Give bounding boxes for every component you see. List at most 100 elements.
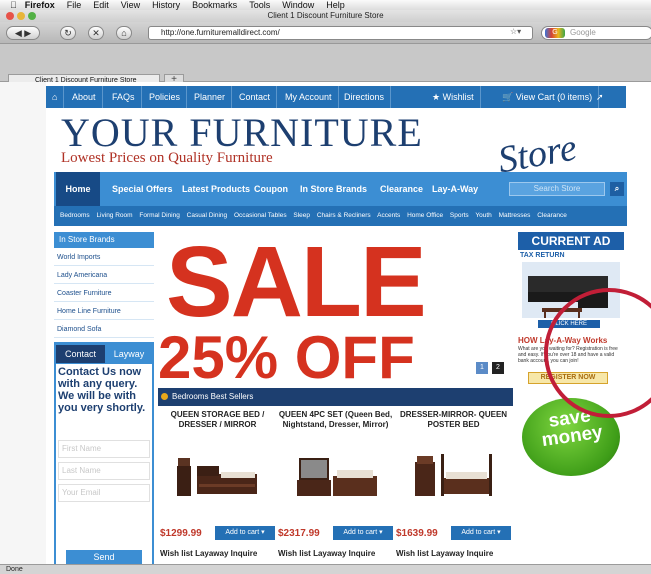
menu-file[interactable]: File <box>67 0 82 10</box>
bookmark-star-icon[interactable]: ☆▾ <box>510 27 521 36</box>
url-bar[interactable]: http://one.furnituremalldirect.com/ <box>148 26 533 40</box>
wishlist-link[interactable]: Wish list <box>160 549 193 558</box>
close-window-button[interactable] <box>6 12 14 20</box>
brand-link[interactable]: World Imports <box>54 249 154 266</box>
topnav-cart[interactable]: 🛒 View Cart (0 items) <box>496 86 600 108</box>
menu-window[interactable]: Window <box>282 0 314 10</box>
category-occasional-tables[interactable]: Occasional Tables <box>234 212 287 219</box>
menu-history[interactable]: History <box>152 0 180 10</box>
add-to-cart-button[interactable]: Add to cart ▾ <box>333 526 393 540</box>
category-mattresses[interactable]: Mattresses <box>499 212 531 219</box>
category-home-office[interactable]: Home Office <box>407 212 443 219</box>
topnav-my-account[interactable]: My Account <box>279 86 339 108</box>
menu-bookmarks[interactable]: Bookmarks <box>192 0 237 10</box>
reload-icon: ↻ <box>64 28 72 38</box>
sale-banner[interactable]: SALE 25% OFF 1 2 <box>158 232 513 382</box>
tab-contact[interactable]: Contact <box>56 345 105 363</box>
topnav-login[interactable]: ➚ Login <box>590 86 626 124</box>
topnav-about[interactable]: About <box>66 86 103 108</box>
product-image[interactable] <box>293 452 378 500</box>
add-to-cart-button[interactable]: Add to cart ▾ <box>215 526 275 540</box>
category-youth[interactable]: Youth <box>475 212 491 219</box>
inquire-link[interactable]: Inquire <box>231 549 258 558</box>
mainnav-clearance[interactable]: Clearance <box>380 172 423 206</box>
category-casual-dining[interactable]: Casual Dining <box>187 212 227 219</box>
stop-button[interactable]: ✕ <box>88 26 104 40</box>
topnav-policies[interactable]: Policies <box>143 86 188 108</box>
back-forward-button[interactable]: ◀ ▶ <box>6 26 40 40</box>
contact-message: Contact Us now with any query. We will b… <box>58 366 146 414</box>
home-icon[interactable]: ⌂ <box>46 86 65 108</box>
google-icon[interactable]: G <box>545 28 565 38</box>
reload-button[interactable]: ↻ <box>60 26 76 40</box>
product-title[interactable]: DRESSER-MIRROR- QUEEN POSTER BED <box>396 410 511 430</box>
mainnav-latest-products[interactable]: Latest Products <box>182 172 250 206</box>
mainnav-in-store-brands[interactable]: In Store Brands <box>300 172 367 206</box>
brand-link[interactable]: Coaster Furniture <box>54 285 154 302</box>
product-image[interactable] <box>175 452 260 500</box>
category-bedrooms[interactable]: Bedrooms <box>60 212 90 219</box>
search-icon[interactable]: ⌕ <box>610 182 624 196</box>
logo-title[interactable]: YOUR FURNITURE <box>61 109 423 156</box>
brand-link[interactable]: Home Line Furniture <box>54 303 154 320</box>
add-to-cart-label: Add to cart <box>461 529 496 536</box>
apple-icon[interactable]:  <box>10 0 17 10</box>
category-living-room[interactable]: Living Room <box>96 212 132 219</box>
menu-view[interactable]: View <box>121 0 140 10</box>
layaway-link[interactable]: Layaway <box>431 549 464 558</box>
category-nav: Bedrooms Living Room Formal Dining Casua… <box>54 206 627 226</box>
category-sleep[interactable]: Sleep <box>293 212 310 219</box>
brand-link[interactable]: Lady Americana <box>54 267 154 284</box>
tab-layway[interactable]: Layway <box>107 345 151 363</box>
zoom-window-button[interactable] <box>28 12 36 20</box>
cart-icon: 🛒 <box>502 92 514 102</box>
cart-label: View Cart (0 items) <box>515 92 593 102</box>
email-field[interactable]: Your Email <box>58 484 150 502</box>
category-clearance[interactable]: Clearance <box>537 212 567 219</box>
topnav-contact[interactable]: Contact <box>233 86 278 108</box>
mainnav-special-offers[interactable]: Special Offers <box>112 172 173 206</box>
chevron-down-icon: ▾ <box>261 529 265 536</box>
product-title[interactable]: QUEEN 4PC SET (Queen Bed, Nightstand, Dr… <box>278 410 393 430</box>
mainnav-coupon[interactable]: Coupon <box>254 172 288 206</box>
chevron-down-icon: ▾ <box>497 529 501 536</box>
current-ad-title: CURRENT AD <box>518 232 624 250</box>
menu-help[interactable]: Help <box>326 0 345 10</box>
topnav-directions[interactable]: Directions <box>338 86 392 108</box>
product-price: $1299.99 <box>160 528 202 539</box>
layaway-link[interactable]: Layaway <box>195 549 228 558</box>
category-sports[interactable]: Sports <box>450 212 469 219</box>
contact-form: Contact Us now with any query. We will b… <box>56 364 152 564</box>
add-to-cart-button[interactable]: Add to cart ▾ <box>451 526 511 540</box>
product-image[interactable] <box>411 452 496 500</box>
first-name-field[interactable]: First Name <box>58 440 150 458</box>
banner-page-2[interactable]: 2 <box>492 362 504 374</box>
mainnav-lay-a-way[interactable]: Lay-A-Way <box>432 172 478 206</box>
category-accents[interactable]: Accents <box>377 212 400 219</box>
store-search-input[interactable]: Search Store <box>509 182 605 196</box>
brand-link[interactable]: Diamond Sofa <box>54 321 154 338</box>
send-button[interactable]: Send <box>66 550 142 564</box>
wishlist-link[interactable]: Wish list <box>396 549 429 558</box>
category-chairs-recliners[interactable]: Chairs & Recliners <box>317 212 371 219</box>
layaway-link[interactable]: Layaway <box>313 549 346 558</box>
product-card: QUEEN 4PC SET (Queen Bed, Nightstand, Dr… <box>278 410 393 560</box>
product-title[interactable]: QUEEN STORAGE BED / DRESSER / MIRROR <box>160 410 275 430</box>
inquire-link[interactable]: Inquire <box>467 549 494 558</box>
home-button[interactable]: ⌂ <box>116 26 132 40</box>
last-name-field[interactable]: Last Name <box>58 462 150 480</box>
minimize-window-button[interactable] <box>17 12 25 20</box>
banner-page-1[interactable]: 1 <box>476 362 488 374</box>
wishlist-link[interactable]: Wish list <box>278 549 311 558</box>
product-actions: Wish list Layaway Inquire <box>396 549 511 558</box>
mainnav-home[interactable]: Home <box>56 172 100 206</box>
topnav-planner[interactable]: Planner <box>188 86 233 108</box>
menu-tools[interactable]: Tools <box>249 0 270 10</box>
inquire-link[interactable]: Inquire <box>349 549 376 558</box>
topnav-faqs[interactable]: FAQs <box>106 86 142 108</box>
menu-edit[interactable]: Edit <box>93 0 109 10</box>
topnav-wishlist[interactable]: ★ Wishlist <box>426 86 481 108</box>
back-arrow-icon: ◀ <box>14 28 22 38</box>
menu-app[interactable]: Firefox <box>25 0 55 10</box>
category-formal-dining[interactable]: Formal Dining <box>139 212 179 219</box>
